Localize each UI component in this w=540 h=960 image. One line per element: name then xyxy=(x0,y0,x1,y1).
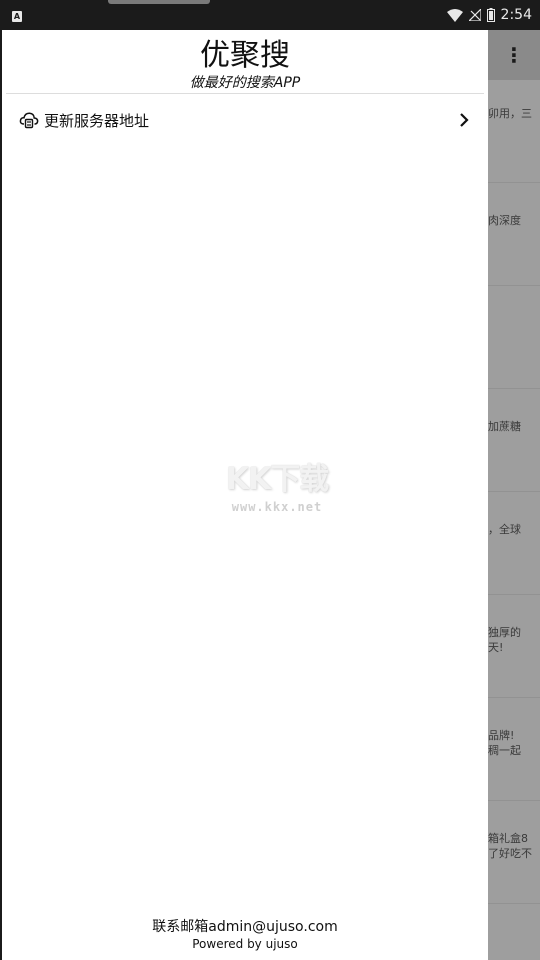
list-item-snippet: 品牌! 稠一起 xyxy=(488,729,521,757)
app-title: 优聚搜 xyxy=(200,38,290,73)
contact-email: 联系邮箱admin@ujuso.com xyxy=(152,919,338,935)
navigation-drawer: 优聚搜 做最好的搜索APP 更新服务器地址 KK下载 www.kkx.net 联… xyxy=(0,30,488,960)
watermark-url: www.kkx.net xyxy=(231,500,323,514)
battery-icon xyxy=(486,8,495,22)
status-time: 2:54 xyxy=(500,7,532,23)
overflow-menu-icon[interactable]: ⋮ xyxy=(504,43,524,67)
wifi-icon xyxy=(446,8,463,22)
notch xyxy=(108,0,210,4)
list-item-snippet: 肉深度 xyxy=(488,214,521,227)
powered-by: Powered by ujuso xyxy=(192,937,298,951)
status-bar: A 2:54 xyxy=(0,0,540,30)
menu-item-label: 更新服务器地址 xyxy=(44,112,150,130)
app-subtitle: 做最好的搜索APP xyxy=(189,75,301,91)
watermark: KK下载 www.kkx.net xyxy=(212,454,342,514)
no-signal-icon xyxy=(468,9,481,21)
list-item-snippet: 加蔗糖 xyxy=(488,420,521,433)
list-item-snippet: 箱礼盒8 了好吃不 xyxy=(488,832,532,860)
list-item-snippet: ，全球 xyxy=(488,523,521,536)
update-server-address-item[interactable]: 更新服务器地址 xyxy=(2,100,488,140)
chevron-right-icon xyxy=(460,113,469,127)
notification-icon: A xyxy=(12,11,22,22)
drawer-header: 优聚搜 做最好的搜索APP xyxy=(6,30,484,94)
status-icons: 2:54 xyxy=(446,0,532,30)
list-item-snippet: 卯用，三 xyxy=(488,107,532,120)
list-item-snippet: 独厚的 天! xyxy=(488,626,521,654)
cloud-server-icon xyxy=(19,112,39,129)
watermark-logo: KK下载 xyxy=(225,462,330,497)
